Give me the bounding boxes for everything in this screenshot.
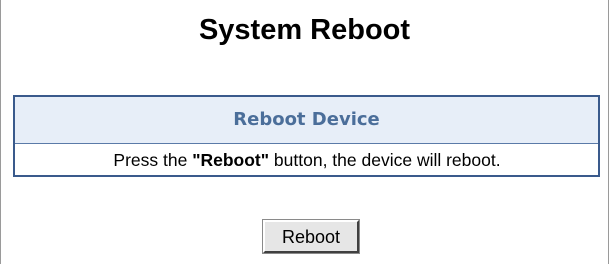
instruction-suffix: button, the device will reboot. bbox=[269, 150, 501, 170]
page-title: System Reboot bbox=[198, 14, 411, 46]
panel-divider bbox=[15, 143, 598, 144]
instruction-prefix: Press the bbox=[113, 150, 193, 170]
reboot-instruction-text: Press the "Reboot" button, the device wi… bbox=[17, 145, 597, 175]
reboot-panel: Reboot Device Press the "Reboot" button,… bbox=[13, 95, 600, 177]
content-frame: System Reboot Reboot Device Press the "R… bbox=[0, 0, 609, 264]
panel-header: Reboot Device bbox=[15, 97, 598, 143]
reboot-button[interactable]: Reboot bbox=[262, 219, 360, 254]
instruction-emphasis: "Reboot" bbox=[192, 150, 270, 170]
